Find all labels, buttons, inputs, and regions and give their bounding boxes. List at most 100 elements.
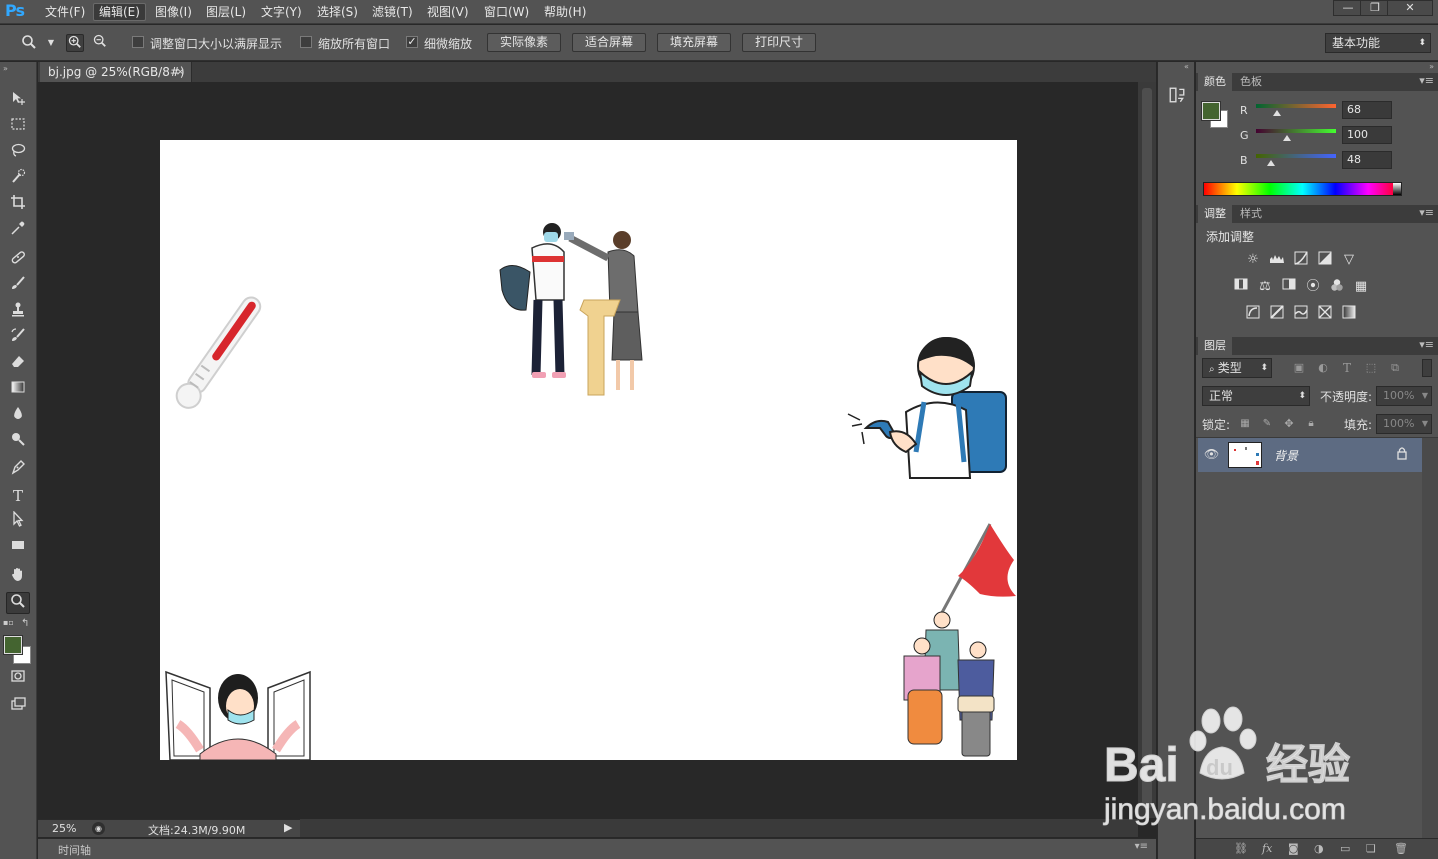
resize-windows-checkbox[interactable] bbox=[132, 36, 144, 48]
layers-scrollbar[interactable] bbox=[1422, 438, 1438, 838]
gradient-map-icon[interactable] bbox=[1340, 305, 1358, 323]
color-panel-foreground-swatch[interactable] bbox=[1201, 101, 1221, 121]
fit-screen-button[interactable]: 适合屏幕 bbox=[572, 33, 646, 52]
crop-tool-icon[interactable] bbox=[6, 194, 30, 216]
canvas-area[interactable] bbox=[38, 82, 1138, 818]
lasso-tool-icon[interactable] bbox=[6, 142, 30, 164]
layer-name[interactable]: 背景 bbox=[1274, 447, 1298, 464]
menu-edit[interactable]: 编辑(E) bbox=[93, 3, 146, 21]
minimize-button[interactable]: — bbox=[1333, 0, 1363, 16]
color-lookup-icon[interactable]: ▦ bbox=[1352, 278, 1370, 296]
filter-pixel-icon[interactable]: ▣ bbox=[1290, 359, 1308, 377]
blur-tool-icon[interactable] bbox=[6, 405, 30, 427]
rectangle-tool-icon[interactable] bbox=[6, 537, 30, 559]
tab-styles[interactable]: 样式 bbox=[1234, 205, 1268, 223]
blue-slider[interactable] bbox=[1256, 154, 1336, 158]
exposure-icon[interactable] bbox=[1316, 251, 1334, 269]
menu-select[interactable]: 选择(S) bbox=[312, 3, 363, 21]
document-tab[interactable]: bj.jpg @ 25%(RGB/8#) × bbox=[40, 62, 192, 82]
tab-color[interactable]: 颜色 bbox=[1198, 73, 1232, 91]
panel-menu-icon[interactable]: ▾≡ bbox=[1419, 338, 1434, 351]
posterize-icon[interactable] bbox=[1268, 305, 1286, 323]
panel-menu-icon[interactable]: ▾≡ bbox=[1419, 206, 1434, 219]
collapse-icon[interactable]: » bbox=[3, 64, 8, 73]
fill-field[interactable]: 100% ▼ bbox=[1376, 414, 1432, 434]
new-adjustment-layer-icon[interactable]: ◑ bbox=[1314, 842, 1324, 855]
blue-slider-thumb[interactable] bbox=[1267, 160, 1275, 166]
new-layer-icon[interactable]: ❏ bbox=[1366, 842, 1376, 855]
menu-image[interactable]: 图像(I) bbox=[150, 3, 197, 21]
quick-selection-tool-icon[interactable] bbox=[6, 168, 30, 190]
foreground-color-swatch[interactable] bbox=[3, 635, 23, 655]
zoom-all-windows-checkbox[interactable] bbox=[300, 36, 312, 48]
zoom-in-icon[interactable] bbox=[66, 34, 84, 52]
filter-adjustment-icon[interactable]: ◐ bbox=[1314, 359, 1332, 377]
layer-filter-select[interactable]: ⌕ 类型 ⬍ bbox=[1202, 358, 1272, 378]
channel-mixer-icon[interactable] bbox=[1328, 278, 1346, 296]
close-button[interactable]: ✕ bbox=[1387, 0, 1433, 16]
eyedropper-tool-icon[interactable] bbox=[6, 220, 30, 242]
menu-view[interactable]: 视图(V) bbox=[422, 3, 474, 21]
photo-filter-icon[interactable]: ⦿ bbox=[1304, 278, 1322, 296]
color-spectrum[interactable] bbox=[1203, 182, 1402, 196]
hue-saturation-icon[interactable] bbox=[1232, 278, 1250, 296]
black-white-icon[interactable] bbox=[1280, 278, 1298, 296]
curves-icon[interactable] bbox=[1292, 251, 1310, 269]
horizontal-scrollbar[interactable] bbox=[300, 819, 1138, 837]
scrubby-zoom-checkbox[interactable]: ✓ bbox=[406, 36, 418, 48]
add-mask-icon[interactable]: ◙ bbox=[1288, 842, 1299, 855]
menu-filter[interactable]: 滤镜(T) bbox=[367, 3, 418, 21]
healing-brush-tool-icon[interactable] bbox=[6, 249, 30, 271]
pen-tool-icon[interactable] bbox=[6, 459, 30, 481]
brush-tool-icon[interactable] bbox=[6, 275, 30, 297]
red-slider[interactable] bbox=[1256, 104, 1336, 108]
blue-value-field[interactable]: 48 bbox=[1342, 151, 1392, 169]
clone-stamp-tool-icon[interactable] bbox=[6, 301, 30, 323]
restore-button[interactable]: ❐ bbox=[1360, 0, 1390, 16]
screen-mode-icon[interactable] bbox=[6, 696, 30, 718]
print-size-button[interactable]: 打印尺寸 bbox=[742, 33, 816, 52]
type-tool-icon[interactable]: T bbox=[6, 485, 30, 507]
close-tab-icon[interactable]: × bbox=[176, 62, 185, 82]
hand-tool-icon[interactable] bbox=[6, 566, 30, 588]
invert-icon[interactable] bbox=[1244, 305, 1262, 323]
fill-screen-button[interactable]: 填充屏幕 bbox=[657, 33, 731, 52]
workspace-select[interactable]: 基本功能 ⬍ bbox=[1325, 33, 1431, 53]
red-value-field[interactable]: 68 bbox=[1342, 101, 1392, 119]
link-layers-icon[interactable]: ⛓ bbox=[1234, 842, 1248, 855]
filter-smart-object-icon[interactable]: ⧉ bbox=[1386, 359, 1404, 377]
green-slider-thumb[interactable] bbox=[1283, 135, 1291, 141]
menu-window[interactable]: 窗口(W) bbox=[479, 3, 534, 21]
lock-transparent-icon[interactable]: ▦ bbox=[1236, 415, 1254, 433]
collapse-icon[interactable]: » bbox=[1429, 62, 1434, 71]
selective-color-icon[interactable] bbox=[1316, 305, 1334, 323]
quick-mask-icon[interactable] bbox=[6, 668, 30, 690]
path-selection-tool-icon[interactable] bbox=[6, 510, 30, 533]
history-brush-tool-icon[interactable] bbox=[6, 327, 30, 349]
new-group-icon[interactable]: ▭ bbox=[1340, 842, 1350, 855]
layer-row-background[interactable]: 👁︎ 背景 bbox=[1198, 438, 1422, 472]
move-tool-icon[interactable] bbox=[6, 90, 30, 112]
blend-mode-select[interactable]: 正常 ⬍ bbox=[1202, 386, 1310, 406]
vibrance-icon[interactable]: ▽ bbox=[1340, 251, 1358, 269]
status-info-icon[interactable]: ◉ bbox=[92, 822, 105, 835]
gradient-tool-icon[interactable] bbox=[6, 379, 30, 401]
lock-position-icon[interactable]: ✥ bbox=[1280, 415, 1298, 433]
marquee-tool-icon[interactable] bbox=[6, 116, 30, 138]
fx-icon[interactable]: fx bbox=[1262, 842, 1272, 855]
filter-toggle[interactable] bbox=[1422, 359, 1432, 377]
zoom-tool-icon[interactable] bbox=[6, 592, 30, 614]
tab-layers[interactable]: 图层 bbox=[1198, 337, 1232, 355]
threshold-icon[interactable] bbox=[1292, 305, 1310, 323]
vertical-scroll-thumb[interactable] bbox=[1142, 88, 1152, 808]
menu-layer[interactable]: 图层(L) bbox=[201, 3, 251, 21]
zoom-level[interactable]: 25% bbox=[52, 822, 76, 835]
color-balance-icon[interactable]: ⚖ bbox=[1256, 278, 1274, 296]
history-panel-icon[interactable] bbox=[1168, 86, 1188, 108]
delete-layer-icon[interactable]: 🗑︎ bbox=[1394, 842, 1408, 855]
menu-file[interactable]: 文件(F) bbox=[40, 3, 90, 21]
levels-icon[interactable] bbox=[1268, 251, 1286, 269]
filter-shape-icon[interactable]: ⬚ bbox=[1362, 359, 1380, 377]
menu-type[interactable]: 文字(Y) bbox=[256, 3, 307, 21]
collapse-icon[interactable]: « bbox=[1184, 62, 1189, 71]
